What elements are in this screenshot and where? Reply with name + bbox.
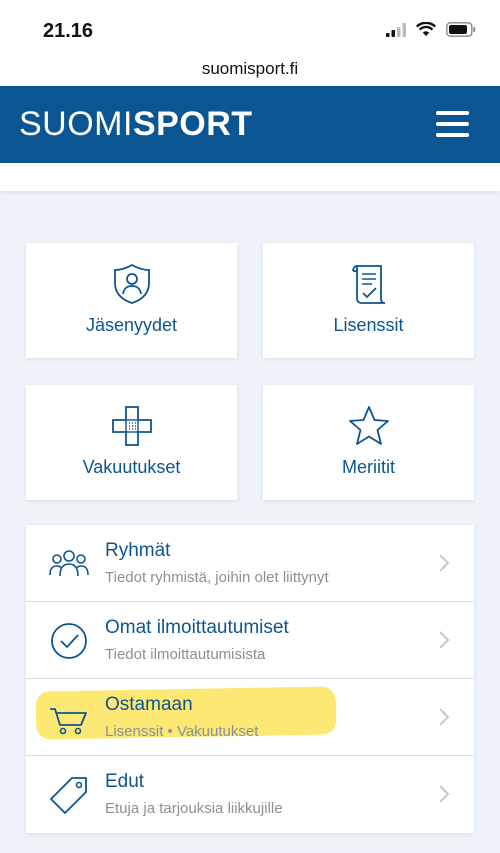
- list-item-title: Omat ilmoittautumiset: [105, 617, 289, 638]
- tile-label: Jäsenyydet: [85, 315, 178, 335]
- people-icon: [49, 550, 89, 577]
- bandage-cross-icon: [111, 406, 152, 446]
- logo-part1: SUOMI: [19, 105, 133, 143]
- shield-person-icon: [113, 263, 150, 304]
- site-header: SUOMISPORT: [0, 86, 500, 163]
- tile-label: Vakuutukset: [82, 457, 181, 477]
- list-item-title: Ryhmät: [105, 540, 171, 561]
- tag-icon: [50, 777, 87, 814]
- wifi-icon: [416, 22, 436, 36]
- status-time: 21.16: [43, 20, 94, 42]
- list-item-subtitle: Lisenssit • Vakuutukset: [105, 723, 259, 740]
- subheader-bar: [0, 163, 500, 191]
- list-item-title: Edut: [105, 771, 145, 792]
- list-item-subtitle: Etuja ja tarjouksia liikkujille: [105, 800, 283, 817]
- cart-icon: [50, 708, 87, 735]
- star-icon: [348, 406, 389, 445]
- certificate-icon: [351, 265, 385, 304]
- tile-meriitit[interactable]: Meriitit: [263, 385, 474, 500]
- list-item-omat-ilmoittautumiset[interactable]: Omat ilmoittautumiset Tiedot ilmoittautu…: [26, 602, 474, 679]
- url-text: suomisport.fi: [201, 59, 299, 78]
- list-item-edut[interactable]: Edut Etuja ja tarjouksia liikkujille: [26, 756, 474, 833]
- list-item-ryhmat[interactable]: Ryhmät Tiedot ryhmistä, joihin olet liit…: [26, 525, 474, 602]
- address-bar[interactable]: suomisport.fi: [0, 58, 500, 86]
- tile-vakuutukset[interactable]: Vakuutukset: [26, 385, 237, 500]
- logo[interactable]: SUOMISPORT: [19, 106, 253, 142]
- list-item-title: Ostamaan: [105, 694, 193, 715]
- tile-jasenyydet[interactable]: Jäsenyydet: [26, 243, 237, 358]
- logo-part2: SPORT: [132, 105, 253, 143]
- list-item-subtitle: Tiedot ilmoittautumisista: [105, 646, 266, 663]
- chevron-right-icon: [439, 785, 450, 803]
- status-icons: [386, 22, 476, 37]
- check-circle-icon: [51, 623, 87, 659]
- signal-icon: [386, 22, 406, 37]
- tile-lisenssit[interactable]: Lisenssit: [263, 243, 474, 358]
- tile-label: Meriitit: [342, 457, 395, 477]
- chevron-right-icon: [439, 554, 450, 572]
- menu-list: Ryhmät Tiedot ryhmistä, joihin olet liit…: [26, 525, 474, 833]
- chevron-right-icon: [439, 631, 450, 649]
- hamburger-menu-icon[interactable]: [433, 111, 471, 139]
- status-bar: 21.16: [0, 0, 500, 58]
- battery-icon: [446, 22, 476, 37]
- chevron-right-icon: [439, 708, 450, 726]
- list-item-subtitle: Tiedot ryhmistä, joihin olet liittynyt: [105, 569, 329, 586]
- list-item-ostamaan[interactable]: Ostamaan Lisenssit • Vakuutukset: [26, 679, 474, 756]
- tile-label: Lisenssit: [333, 315, 404, 335]
